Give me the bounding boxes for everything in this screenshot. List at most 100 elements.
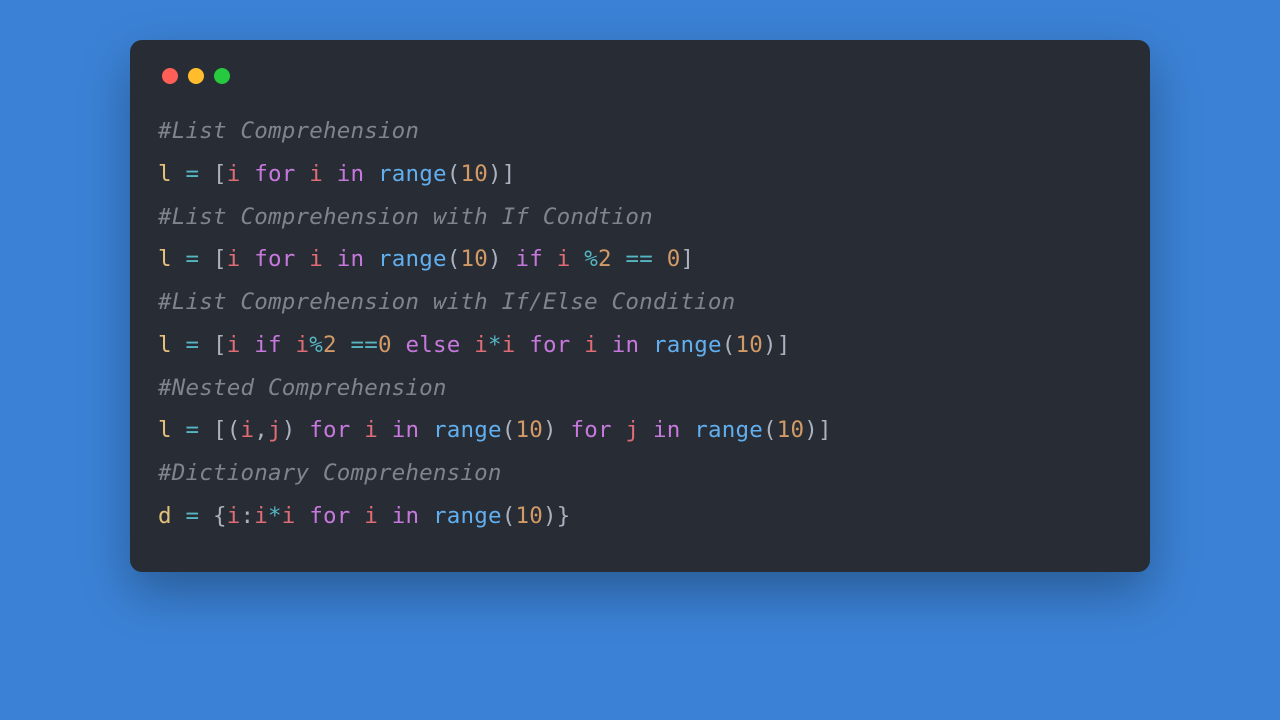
code-token: ( xyxy=(722,332,736,358)
code-token: i xyxy=(502,332,516,358)
code-token: range xyxy=(378,161,447,187)
code-token: [ xyxy=(213,332,227,358)
code-token: % xyxy=(309,332,323,358)
code-token xyxy=(612,246,626,272)
code-token: i xyxy=(254,503,268,529)
code-token: 2 xyxy=(323,332,337,358)
code-token: 10 xyxy=(460,246,488,272)
code-token xyxy=(241,246,255,272)
code-token: ( xyxy=(502,503,516,529)
code-token: i xyxy=(309,161,323,187)
code-token xyxy=(364,161,378,187)
code-token xyxy=(570,246,584,272)
code-token xyxy=(364,246,378,272)
code-token: in xyxy=(392,417,420,443)
code-token: 10 xyxy=(460,161,488,187)
code-token: * xyxy=(488,332,502,358)
code-token: in xyxy=(612,332,640,358)
code-line: l = [i if i%2 ==0 else i*i for i in rang… xyxy=(158,324,1122,367)
code-token: = xyxy=(186,503,200,529)
code-token xyxy=(199,332,213,358)
code-token: = xyxy=(186,161,200,187)
code-token: i xyxy=(364,417,378,443)
code-token xyxy=(351,417,365,443)
code-token: in xyxy=(653,417,681,443)
code-token: [ xyxy=(213,246,227,272)
code-comment-line: #List Comprehension with If/Else Conditi… xyxy=(158,281,1122,324)
code-token: { xyxy=(213,503,227,529)
code-token: ( xyxy=(227,417,241,443)
code-token xyxy=(172,503,186,529)
code-token: l xyxy=(158,417,172,443)
code-area: #List Comprehensionl = [i for i in range… xyxy=(158,110,1122,538)
code-token: ) xyxy=(282,417,296,443)
code-token xyxy=(516,332,530,358)
code-token: for xyxy=(529,332,570,358)
code-token: [ xyxy=(213,417,227,443)
code-token xyxy=(172,332,186,358)
code-token: range xyxy=(653,332,722,358)
code-token: range xyxy=(378,246,447,272)
code-token xyxy=(378,503,392,529)
code-token: j xyxy=(625,417,639,443)
code-line: l = [i for i in range(10) if i %2 == 0] xyxy=(158,238,1122,281)
code-comment-line: #List Comprehension xyxy=(158,110,1122,153)
code-token xyxy=(461,332,475,358)
code-token: 0 xyxy=(378,332,392,358)
code-window: #List Comprehensionl = [i for i in range… xyxy=(130,40,1150,572)
code-line: d = {i:i*i for i in range(10)} xyxy=(158,495,1122,538)
code-token: ] xyxy=(777,332,791,358)
code-token xyxy=(337,332,351,358)
code-comment-line: #List Comprehension with If Condtion xyxy=(158,196,1122,239)
code-token: ) xyxy=(543,417,557,443)
code-token xyxy=(378,417,392,443)
code-token: i xyxy=(227,332,241,358)
code-token: ( xyxy=(502,417,516,443)
code-token: = xyxy=(186,417,200,443)
code-token xyxy=(557,417,571,443)
code-token xyxy=(351,503,365,529)
maximize-icon[interactable] xyxy=(214,68,230,84)
code-line: l = [i for i in range(10)] xyxy=(158,153,1122,196)
code-token: , xyxy=(254,417,268,443)
code-token: l xyxy=(158,161,172,187)
code-comment-line: #Nested Comprehension xyxy=(158,367,1122,410)
code-token: i xyxy=(364,503,378,529)
code-token xyxy=(296,503,310,529)
code-token xyxy=(199,161,213,187)
code-token: i xyxy=(282,503,296,529)
code-token xyxy=(680,417,694,443)
close-icon[interactable] xyxy=(162,68,178,84)
code-token: = xyxy=(186,246,200,272)
code-token: ) xyxy=(488,246,502,272)
code-token: ) xyxy=(804,417,818,443)
code-token: for xyxy=(309,417,350,443)
code-token xyxy=(502,246,516,272)
code-token: ( xyxy=(763,417,777,443)
code-token: == xyxy=(625,246,653,272)
code-token: for xyxy=(309,503,350,529)
code-token xyxy=(241,332,255,358)
code-token xyxy=(199,503,213,529)
code-token: i xyxy=(227,503,241,529)
code-token xyxy=(639,417,653,443)
code-token: == xyxy=(351,332,379,358)
code-token: } xyxy=(557,503,571,529)
code-token xyxy=(199,246,213,272)
code-token: ] xyxy=(502,161,516,187)
code-token xyxy=(199,417,213,443)
code-token: l xyxy=(158,246,172,272)
code-token: for xyxy=(570,417,611,443)
code-token: l xyxy=(158,332,172,358)
code-token xyxy=(282,332,296,358)
code-token: i xyxy=(296,332,310,358)
code-token: i xyxy=(557,246,571,272)
code-token: i xyxy=(309,246,323,272)
code-token: ( xyxy=(447,246,461,272)
code-token xyxy=(612,417,626,443)
code-token xyxy=(323,161,337,187)
minimize-icon[interactable] xyxy=(188,68,204,84)
code-token: ) xyxy=(488,161,502,187)
code-comment-line: #Dictionary Comprehension xyxy=(158,452,1122,495)
code-token: i xyxy=(227,246,241,272)
